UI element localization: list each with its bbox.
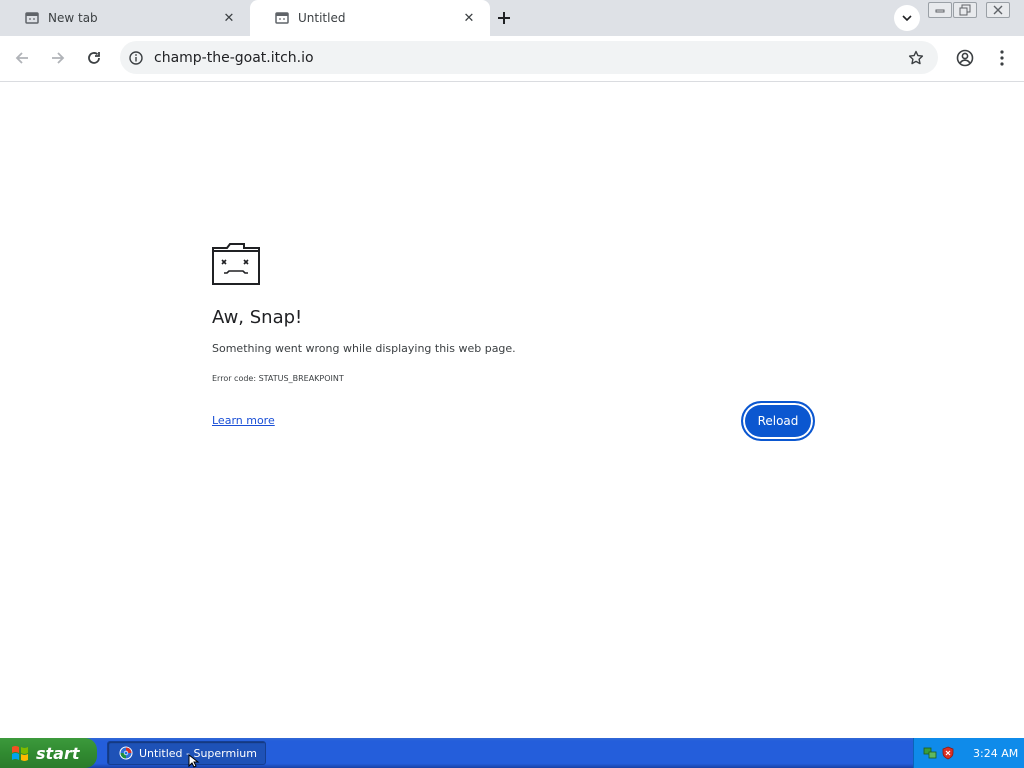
tab-search-button[interactable] [894, 5, 920, 31]
mouse-cursor-icon [188, 754, 200, 768]
reload-button[interactable]: Reload [741, 401, 815, 441]
security-shield-icon[interactable] [941, 746, 955, 760]
supermium-browser-icon [119, 746, 133, 760]
new-tab-button[interactable] [492, 6, 516, 30]
back-button[interactable] [8, 44, 36, 72]
arrow-right-icon [52, 52, 65, 64]
sad-tab-favicon-icon [24, 10, 40, 26]
tab-untitled[interactable]: Untitled ✕ [250, 0, 490, 36]
tab-title: Untitled [298, 11, 346, 25]
error-page: Aw, Snap! Something went wrong while dis… [0, 82, 1024, 738]
sad-folder-icon [212, 243, 260, 285]
reload-page-button[interactable] [80, 44, 108, 72]
system-tray: 3:24 AM [913, 738, 1024, 768]
error-code: Error code: STATUS_BREAKPOINT [212, 374, 344, 383]
clock: 3:24 AM [973, 746, 1019, 760]
close-icon [993, 5, 1003, 15]
url-text[interactable]: champ-the-goat.itch.io [154, 50, 906, 66]
minimize-icon [935, 9, 945, 13]
profile-button[interactable] [953, 46, 977, 70]
plus-icon [498, 12, 510, 24]
browser-toolbar: champ-the-goat.itch.io [0, 36, 1024, 82]
tab-title: New tab [48, 11, 98, 25]
start-button[interactable]: start [0, 738, 97, 768]
tab-strip: New tab ✕ Untitled ✕ [0, 0, 1024, 36]
network-icon[interactable] [923, 746, 937, 760]
error-title: Aw, Snap! [212, 307, 303, 328]
close-window-button[interactable] [986, 2, 1010, 18]
minimize-window-button[interactable] [928, 2, 952, 18]
site-info-icon[interactable] [128, 50, 144, 66]
close-tab-icon[interactable]: ✕ [220, 9, 238, 27]
taskbar: start Untitled - Supermium 3:24 AM [0, 738, 1024, 768]
close-tab-icon[interactable]: ✕ [460, 9, 478, 27]
browser-menu-button[interactable] [990, 46, 1014, 70]
chevron-down-icon [902, 15, 912, 21]
tab-new-tab[interactable]: New tab ✕ [0, 0, 250, 36]
arrow-left-icon [15, 52, 28, 64]
address-bar[interactable]: champ-the-goat.itch.io [120, 41, 938, 74]
windows-logo-icon [12, 746, 28, 761]
restore-icon [959, 4, 971, 16]
learn-more-link[interactable]: Learn more [212, 414, 275, 427]
sad-tab-favicon-icon [274, 10, 290, 26]
forward-button[interactable] [44, 44, 72, 72]
restore-window-button[interactable] [953, 2, 977, 18]
taskbar-item-supermium[interactable]: Untitled - Supermium [107, 741, 266, 765]
kebab-menu-icon [1000, 50, 1004, 66]
account-circle-icon [956, 49, 974, 67]
bookmark-star-icon[interactable] [906, 48, 926, 68]
error-message: Something went wrong while displaying th… [212, 342, 516, 355]
refresh-icon [88, 52, 100, 64]
start-label: start [36, 743, 80, 763]
